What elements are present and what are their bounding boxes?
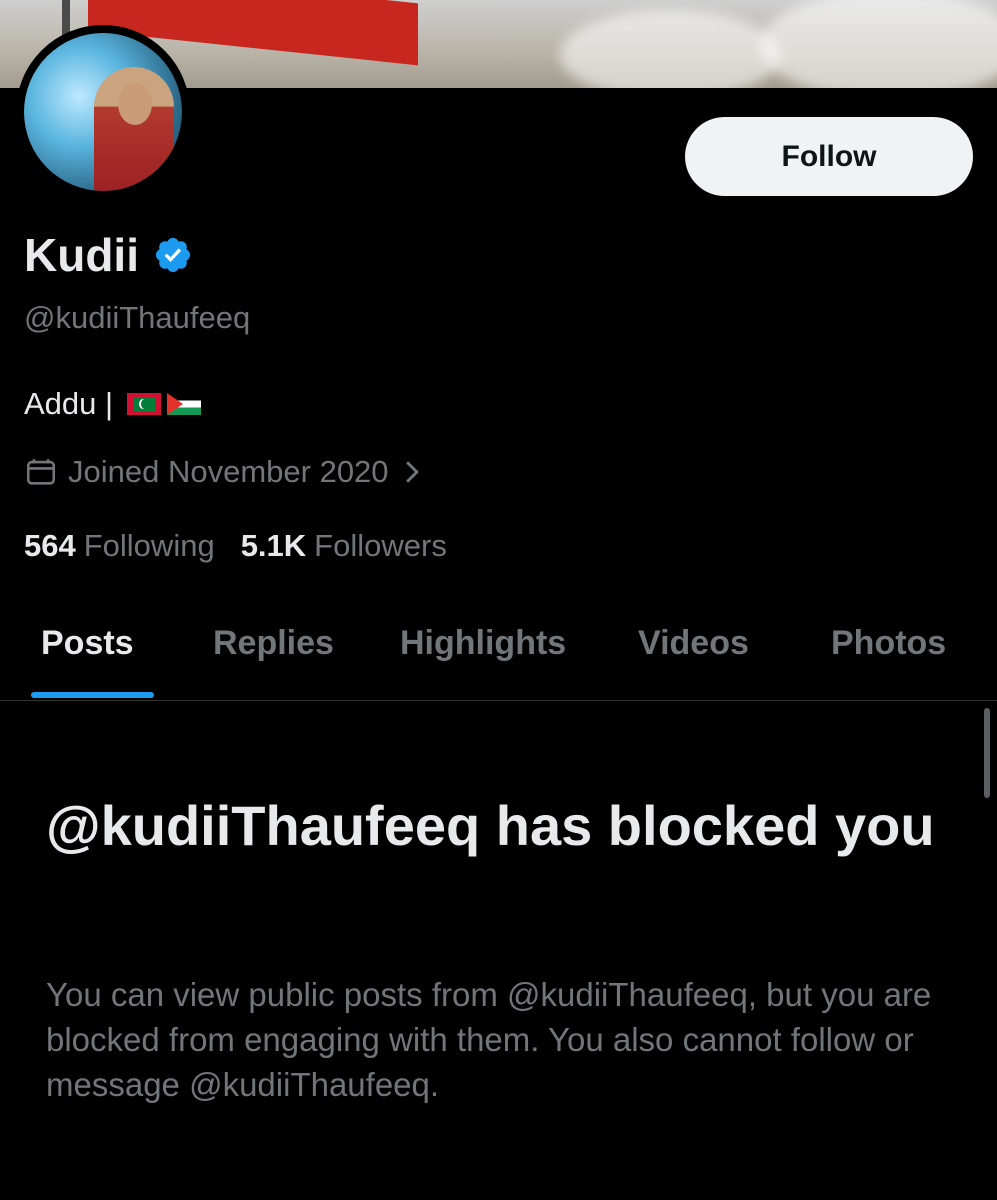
follow-button[interactable]: Follow [685,117,973,196]
followers-stat[interactable]: 5.1K Followers [241,528,447,564]
followers-count: 5.1K [240,528,307,563]
blocked-title: @kudiiThaufeeq has blocked you [46,794,935,857]
profile-bio: Addu | [24,386,202,422]
profile-page: Follow Kudii @kudiiThaufeeq Addu | Joine… [0,0,997,1200]
tab-highlights[interactable]: Highlights [400,624,566,663]
calendar-icon [26,459,56,485]
joined-date: Joined November 2020 [68,454,389,489]
profile-handle: @kudiiThaufeeq [24,300,251,335]
profile-tabs: Posts Replies Highlights Videos Photos [0,600,997,700]
avatar[interactable] [16,25,190,199]
display-name-row: Kudii [24,228,193,282]
blocked-description: You can view public posts from @kudiiTha… [46,976,932,1103]
following-stat[interactable]: 564 Following [24,528,215,564]
following-label: Following [83,528,215,563]
active-tab-indicator [31,692,154,698]
followers-label: Followers [314,528,447,563]
scrollbar[interactable] [984,708,990,798]
tab-videos[interactable]: Videos [638,624,749,663]
maldives-flag-icon [127,393,162,415]
tab-posts[interactable]: Posts [41,624,134,663]
tab-replies[interactable]: Replies [213,624,334,663]
palestine-flag-icon [167,393,202,415]
display-name: Kudii [24,229,139,281]
following-count: 564 [24,528,76,563]
follow-stats: 564 Following 5.1K Followers [24,528,447,564]
chevron-right-icon [405,461,419,483]
bio-text: Addu | [24,386,114,421]
verified-badge-icon[interactable] [153,235,193,275]
tabs-divider [0,700,997,701]
joined-date-row[interactable]: Joined November 2020 [24,454,433,490]
tab-photos[interactable]: Photos [831,624,946,663]
